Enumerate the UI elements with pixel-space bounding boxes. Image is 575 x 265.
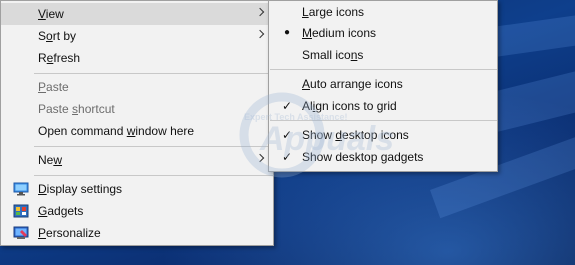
menu-item-view[interactable]: View bbox=[1, 3, 273, 25]
personalize-icon bbox=[13, 226, 29, 239]
display-icon bbox=[13, 182, 29, 196]
submenu-item-large-icons[interactable]: Large icons bbox=[269, 1, 497, 23]
submenu-item-show-desktop-gadgets[interactable]: ✓ Show desktop gadgets bbox=[269, 146, 497, 168]
chevron-right-icon bbox=[255, 153, 265, 163]
submenu-item-align-to-grid[interactable]: ✓ Align icons to grid bbox=[269, 95, 497, 117]
check-mark-icon: ✓ bbox=[281, 99, 293, 113]
radio-dot-icon: ● bbox=[283, 27, 291, 38]
menu-item-paste-shortcut[interactable]: Paste shortcut bbox=[1, 98, 273, 120]
chevron-right-icon bbox=[255, 29, 265, 39]
view-submenu: Large icons ● Medium icons Small icons A… bbox=[268, 0, 498, 172]
menu-item-sort-by[interactable]: Sort by bbox=[1, 25, 273, 47]
menu-item-display-settings[interactable]: Display settings bbox=[1, 178, 273, 200]
menu-separator bbox=[270, 120, 497, 121]
submenu-item-small-icons[interactable]: Small icons bbox=[269, 44, 497, 66]
desktop-context-menu: View Sort by Refresh Paste Paste shortcu… bbox=[0, 0, 274, 246]
menu-separator bbox=[34, 73, 273, 74]
menu-item-refresh[interactable]: Refresh bbox=[1, 47, 273, 69]
menu-item-open-command-window[interactable]: Open command window here bbox=[1, 120, 273, 142]
submenu-item-auto-arrange[interactable]: Auto arrange icons bbox=[269, 73, 497, 95]
menu-separator bbox=[270, 69, 497, 70]
menu-item-paste[interactable]: Paste bbox=[1, 76, 273, 98]
gadgets-icon bbox=[13, 204, 29, 218]
chevron-right-icon bbox=[255, 7, 265, 17]
menu-item-gadgets[interactable]: Gadgets bbox=[1, 200, 273, 222]
check-mark-icon: ✓ bbox=[281, 150, 293, 164]
menu-item-new[interactable]: New bbox=[1, 149, 273, 171]
submenu-item-show-desktop-icons[interactable]: ✓ Show desktop icons bbox=[269, 124, 497, 146]
menu-item-personalize[interactable]: Personalize bbox=[1, 222, 273, 244]
check-mark-icon: ✓ bbox=[281, 128, 293, 142]
submenu-item-medium-icons[interactable]: ● Medium icons bbox=[269, 22, 497, 44]
menu-separator bbox=[34, 175, 273, 176]
menu-separator bbox=[34, 146, 273, 147]
